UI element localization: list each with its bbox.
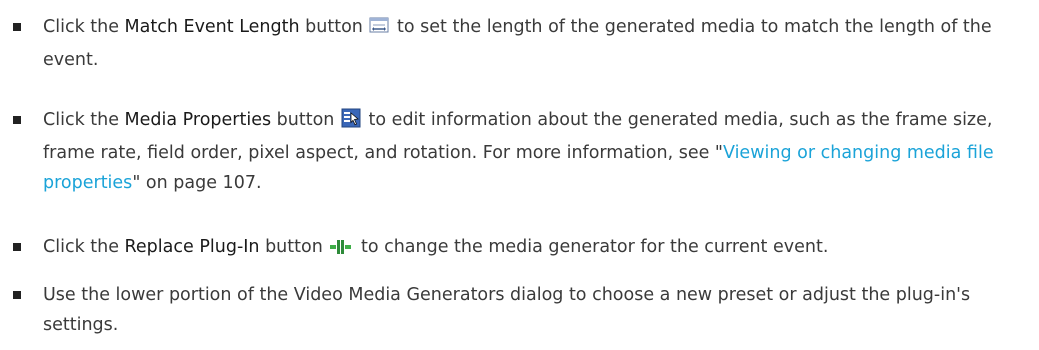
- bullet-marker: [13, 116, 21, 124]
- list-item: Click the Replace Plug-In button to chan…: [13, 232, 1033, 265]
- list-item: Click the Media Properties button to edi…: [13, 105, 1033, 198]
- item-text: Use the lower portion of the Video Media…: [43, 285, 971, 335]
- replace-plugin-icon: [329, 235, 353, 265]
- item-text-mid: button: [271, 110, 335, 130]
- item-text-pre: Click the: [43, 17, 125, 37]
- replace-plugin-label: Replace Plug-In: [124, 237, 260, 257]
- match-event-length-icon: [369, 15, 389, 45]
- media-properties-icon: [341, 108, 361, 138]
- match-event-length-label: Match Event Length: [124, 17, 300, 37]
- item-text-pre: Click the: [43, 110, 125, 130]
- bullet-marker: [13, 291, 21, 299]
- item-text-post: to change the media generator for the cu…: [355, 237, 829, 257]
- list-item: Click the Match Event Length button to s…: [13, 12, 1033, 75]
- media-properties-label: Media Properties: [124, 110, 272, 130]
- item-text-mid: button: [259, 237, 323, 257]
- item-text-tail: " on page 107.: [132, 173, 262, 193]
- bullet-marker: [13, 243, 21, 251]
- item-text-pre: Click the: [43, 237, 125, 257]
- list-item: Use the lower portion of the Video Media…: [13, 280, 1033, 340]
- item-text-mid: button: [299, 17, 363, 37]
- bullet-marker: [13, 23, 21, 31]
